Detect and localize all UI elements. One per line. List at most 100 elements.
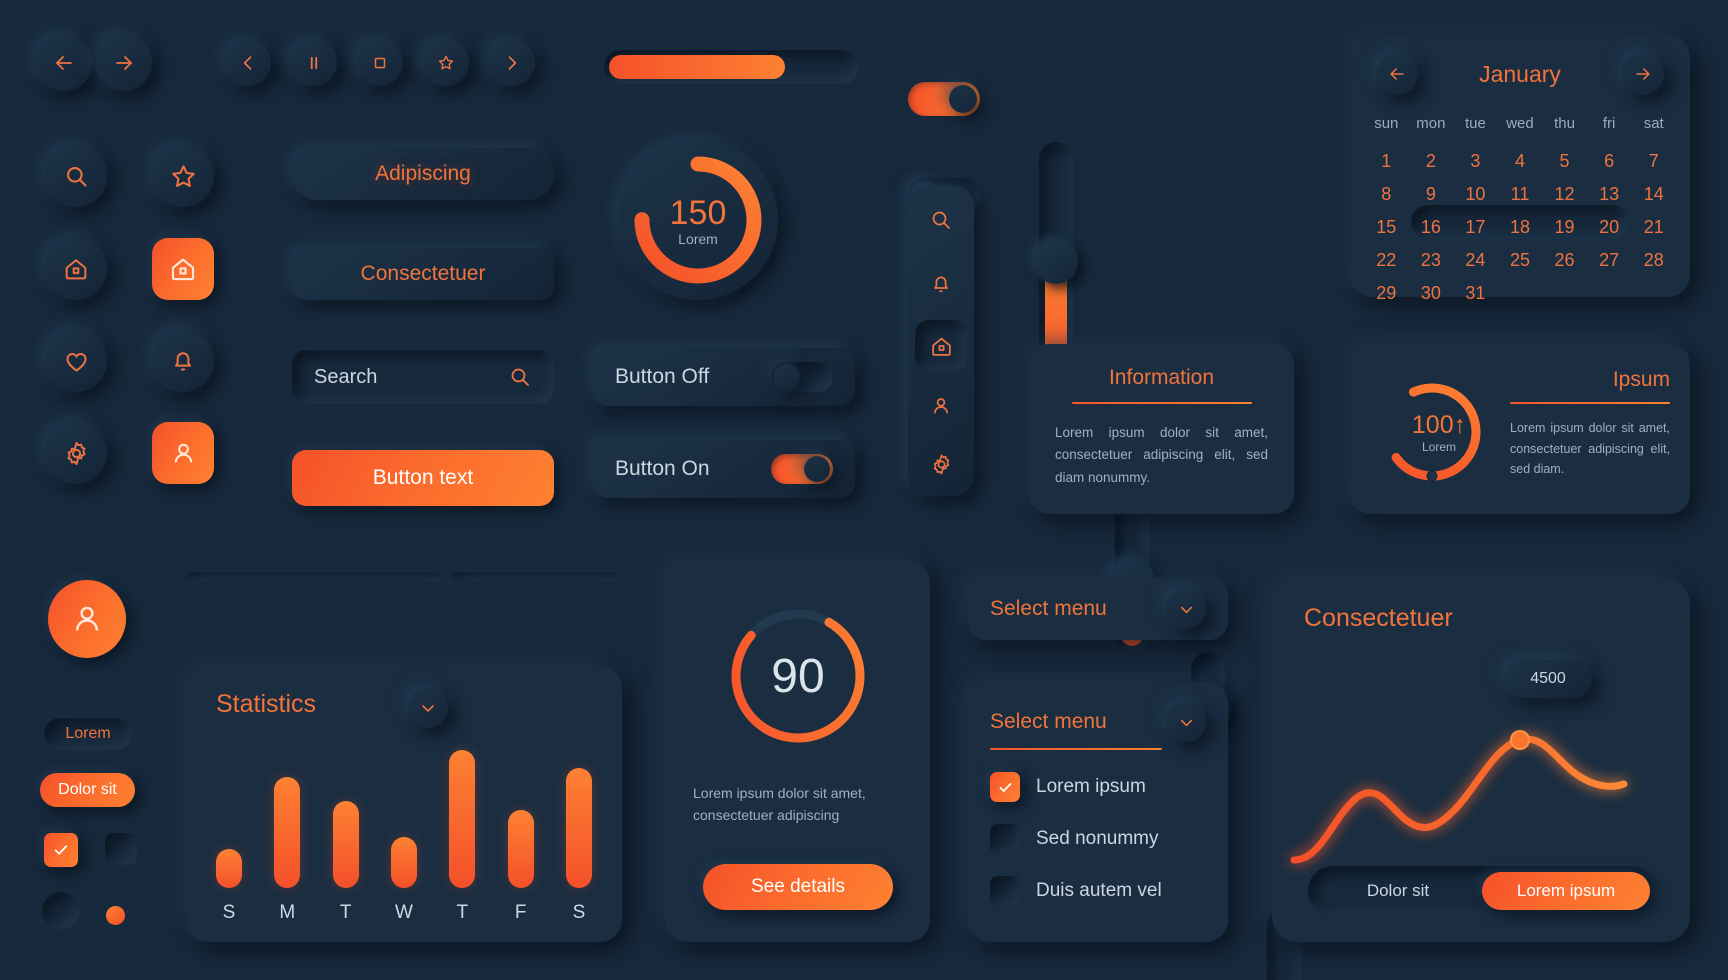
calendar-days-grid[interactable]: 1 2 3 4 5 6 7 8 9 10 11 12 13 14 15 16 17 18 19 20 21 22 23 24 2…	[1364, 145, 1676, 310]
standalone-toggle-on[interactable]	[908, 82, 980, 116]
toggle-on-knob[interactable]	[804, 456, 830, 482]
icon-button-search[interactable]	[45, 145, 107, 207]
calendar-day[interactable]: 19	[1542, 211, 1587, 244]
bell-icon	[934, 276, 948, 293]
calendar-day[interactable]: 11	[1498, 178, 1543, 211]
calendar-day[interactable]: 31	[1453, 277, 1498, 310]
calendar-day[interactable]: 12	[1542, 178, 1587, 211]
calendar-day[interactable]: 6	[1587, 145, 1632, 178]
calendar-next-button[interactable]	[1622, 53, 1664, 95]
see-details-button[interactable]: See details	[703, 864, 893, 910]
calendar-day[interactable]: 26	[1542, 244, 1587, 277]
select-menu-list-chevron[interactable]	[1166, 702, 1206, 742]
select-menu-top[interactable]: Select menu	[968, 578, 1228, 640]
primary-button[interactable]: Button text	[292, 450, 554, 506]
icon-button-settings[interactable]	[45, 422, 107, 484]
radio-checked[interactable]	[106, 906, 125, 925]
lorem-tag[interactable]: Lorem	[44, 718, 132, 750]
calendar-day[interactable]: 20	[1587, 211, 1632, 244]
select-menu-top-chevron[interactable]	[1166, 589, 1206, 629]
calendar-day[interactable]: 3	[1453, 145, 1498, 178]
sidebar-item-settings[interactable]	[919, 442, 963, 486]
calendar-day[interactable]: 24	[1453, 244, 1498, 277]
media-next-button[interactable]	[489, 40, 535, 86]
star-icon	[438, 55, 454, 70]
select-menu-option[interactable]: Sed nonummy	[990, 824, 1206, 854]
dolor-sit-chip[interactable]: Dolor sit	[40, 773, 135, 807]
toggle-row-off[interactable]: Button Off	[593, 348, 855, 406]
calendar-day[interactable]: 10	[1453, 178, 1498, 211]
sidebar-item-bell[interactable]	[919, 262, 963, 306]
calendar-day[interactable]: 18	[1498, 211, 1543, 244]
slim-track-a[interactable]	[186, 572, 444, 581]
calendar-day[interactable]: 13	[1587, 178, 1632, 211]
vertical-slider-1-thumb[interactable]	[1034, 240, 1078, 285]
consectetuer-button[interactable]: Consectetuer	[292, 248, 554, 300]
avatar[interactable]	[48, 580, 126, 658]
standalone-toggle-on-knob[interactable]	[949, 85, 977, 113]
option-checkbox-unchecked[interactable]	[990, 876, 1020, 906]
line-chart-tab-1[interactable]: Lorem ipsum	[1482, 872, 1650, 910]
user-icon	[933, 398, 949, 414]
calendar-day[interactable]: 8	[1364, 178, 1409, 211]
sidebar-item-home-active[interactable]	[915, 320, 967, 372]
calendar-day[interactable]: 17	[1453, 211, 1498, 244]
calendar-day[interactable]: 1	[1364, 145, 1409, 178]
progress-bar[interactable]	[604, 50, 859, 84]
calendar-day[interactable]: 22	[1364, 244, 1409, 277]
calendar-day[interactable]: 7	[1631, 145, 1676, 178]
calendar-day[interactable]: 25	[1498, 244, 1543, 277]
sidebar-item-user[interactable]	[919, 384, 963, 428]
calendar-day[interactable]: 2	[1409, 145, 1454, 178]
select-menu-option[interactable]: Duis autem vel	[990, 876, 1206, 906]
search-icon[interactable]	[508, 365, 532, 389]
statistics-collapse-button[interactable]	[408, 688, 448, 728]
calendar-day[interactable]: 15	[1364, 211, 1409, 244]
slim-track-b[interactable]	[452, 572, 622, 581]
select-menu-list-header[interactable]: Select menu	[990, 702, 1206, 742]
nav-arrow-right-button[interactable]	[96, 35, 152, 91]
checkbox-unchecked[interactable]	[105, 833, 137, 865]
icon-button-heart[interactable]	[45, 330, 107, 392]
media-pause-button[interactable]	[291, 40, 337, 86]
line-chart-tab-0[interactable]: Dolor sit	[1314, 881, 1482, 901]
calendar-day[interactable]: 23	[1409, 244, 1454, 277]
calendar-weekday: mon	[1416, 115, 1446, 132]
nav-arrow-left-button[interactable]	[36, 35, 92, 91]
calendar-day[interactable]: 27	[1587, 244, 1632, 277]
select-menu-option[interactable]: Lorem ipsum	[990, 772, 1206, 802]
calendar-day[interactable]: 5	[1542, 145, 1587, 178]
line-chart-point[interactable]	[1510, 730, 1530, 750]
calendar-day[interactable]: 9	[1409, 178, 1454, 211]
line-chart-card: Consectetuer 4500 Dolor sit Lorem ipsum	[1272, 578, 1690, 942]
media-star-button[interactable]	[423, 40, 469, 86]
toggle-off-knob[interactable]	[774, 364, 800, 390]
calendar-day[interactable]: 16	[1409, 211, 1454, 244]
search-input[interactable]: Search	[292, 350, 554, 404]
toggle-off-track[interactable]	[771, 362, 833, 392]
toggle-row-on[interactable]: Button On	[593, 440, 855, 498]
toggle-on-track[interactable]	[771, 454, 833, 484]
icon-button-home-active[interactable]	[152, 238, 214, 300]
calendar-day[interactable]: 28	[1631, 244, 1676, 277]
icon-button-star[interactable]	[152, 145, 214, 207]
radio-unchecked[interactable]	[42, 892, 80, 930]
media-prev-button[interactable]	[225, 40, 271, 86]
calendar-day[interactable]: 14	[1631, 178, 1676, 211]
calendar-day[interactable]: 4	[1498, 145, 1543, 178]
option-checkbox-unchecked[interactable]	[990, 824, 1020, 854]
sidebar-item-search[interactable]	[919, 198, 963, 242]
option-checkbox-checked[interactable]	[990, 772, 1020, 802]
adipiscing-button[interactable]: Adipiscing	[292, 148, 554, 200]
calendar-day[interactable]: 29	[1364, 277, 1409, 310]
chevron-down-icon	[422, 705, 434, 712]
checkbox-checked[interactable]	[44, 833, 78, 867]
icon-button-bell[interactable]	[152, 330, 214, 392]
line-chart-title: Consectetuer	[1304, 604, 1453, 632]
information-card-divider	[1071, 402, 1252, 404]
calendar-day[interactable]: 30	[1409, 277, 1454, 310]
icon-button-home[interactable]	[45, 238, 107, 300]
calendar-day[interactable]: 21	[1631, 211, 1676, 244]
icon-button-user-active[interactable]	[152, 422, 214, 484]
media-stop-button[interactable]	[357, 40, 403, 86]
